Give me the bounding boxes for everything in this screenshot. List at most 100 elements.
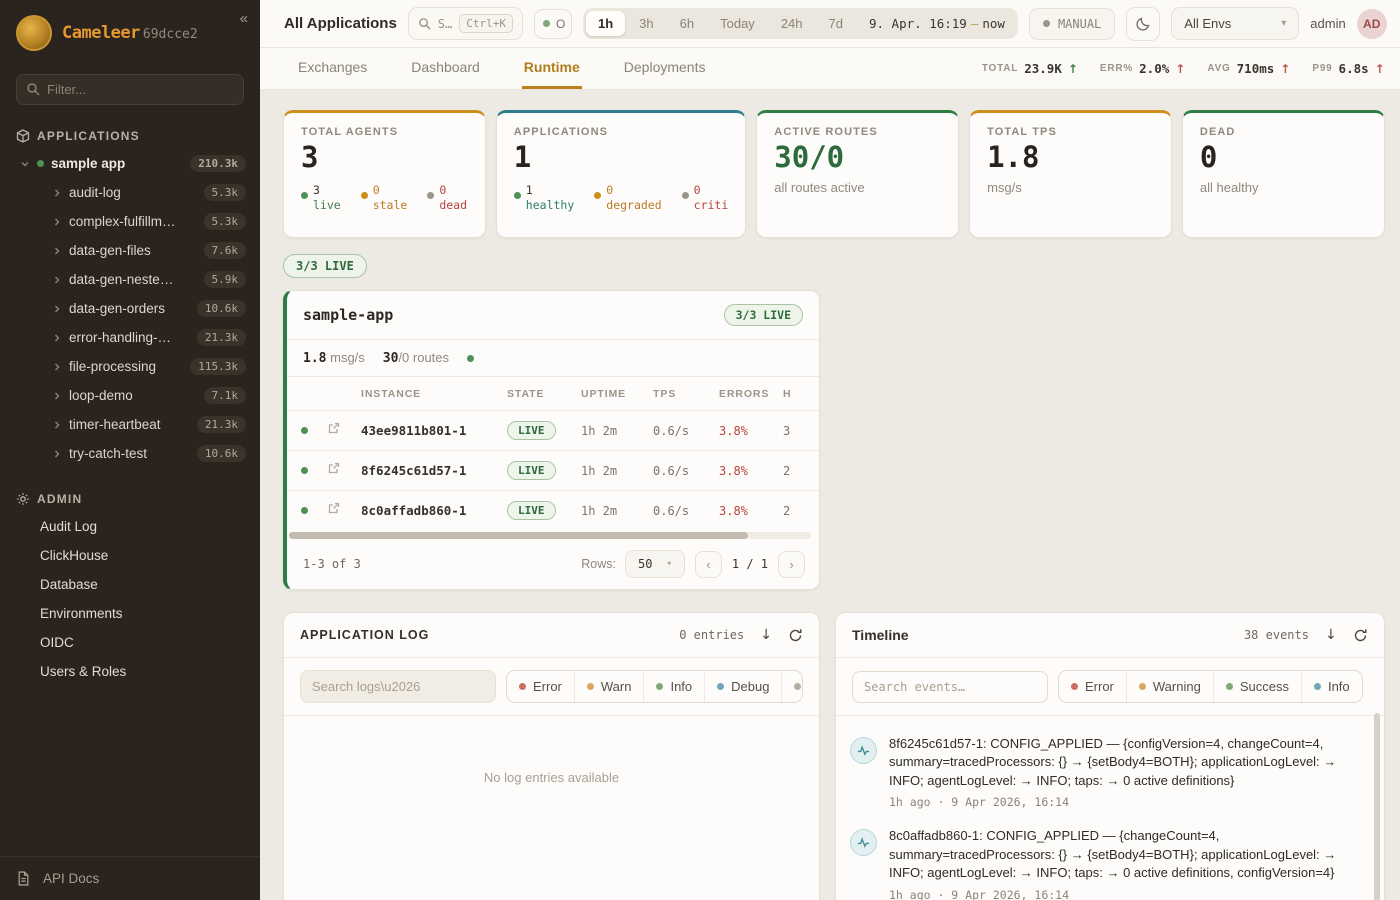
sidebar-item-label: data-gen-neste… <box>69 272 197 287</box>
kpi-total: TOTAL23.9K↑ <box>982 61 1078 76</box>
sidebar-item-audit-log[interactable]: audit-log 5.3k <box>0 178 260 207</box>
time-range-separator: — <box>967 16 983 31</box>
avatar[interactable]: AD <box>1357 9 1387 39</box>
external-link-icon[interactable] <box>327 422 361 440</box>
api-docs-link[interactable]: API Docs <box>43 871 99 886</box>
time-range-display[interactable]: 9. Apr. 16:19—now <box>857 11 1015 36</box>
sidebar-filter-input[interactable] <box>16 74 244 105</box>
sidebar-item-data-gen-nested[interactable]: data-gen-neste… 5.9k <box>0 265 260 294</box>
filter-error[interactable]: Error <box>1059 671 1126 702</box>
count-badge: 210.3k <box>190 155 246 172</box>
sidebar-item-file-processing[interactable]: file-processing 115.3k <box>0 352 260 381</box>
sidebar-item-timer-heartbeat[interactable]: timer-heartbeat 21.3k <box>0 410 260 439</box>
status-dot <box>543 20 550 27</box>
sidebar-item-label: try-catch-test <box>69 446 190 461</box>
time-range-control: 1h 3h 6h Today 24h 7d 9. Apr. 16:19—now <box>583 8 1018 39</box>
filter-debug[interactable]: Debug <box>704 671 781 702</box>
sidebar-item-label: complex-fulfillm… <box>69 214 197 229</box>
instances-table: INSTANCE STATE UPTIME TPS ERRORS H 43ee9… <box>287 376 819 530</box>
sidebar-item-complex-fulfillment[interactable]: complex-fulfillm… 5.3k <box>0 207 260 236</box>
kpi-p99: P996.8s↑ <box>1312 61 1384 76</box>
card-title: TOTAL TPS <box>987 126 1154 138</box>
table-row[interactable]: 8f6245c61d57-1 LIVE 1h 2m 0.6/s 3.8% 2 <box>287 450 819 490</box>
meta-tps-value: 1.8 <box>303 351 326 366</box>
sidebar-item-label: loop-demo <box>69 388 197 403</box>
filter-warn[interactable]: Warn <box>574 671 644 702</box>
instance-id: 8c0affadb860-1 <box>361 503 507 518</box>
refresh-icon[interactable] <box>788 628 803 643</box>
count-badge: 5.3k <box>204 213 247 230</box>
next-page-button[interactable]: › <box>778 551 805 578</box>
sidebar-collapse-button[interactable]: « <box>240 10 248 27</box>
filter-trace[interactable]: Trace <box>781 671 803 702</box>
time-range-24h[interactable]: 24h <box>769 11 815 36</box>
log-search-input[interactable] <box>300 670 496 703</box>
sidebar-item-admin-oidc[interactable]: OIDC <box>0 628 260 657</box>
sidebar-item-admin-clickhouse[interactable]: ClickHouse <box>0 541 260 570</box>
count-badge: 5.3k <box>204 184 247 201</box>
refresh-icon[interactable] <box>1353 628 1368 643</box>
success-dot <box>1226 683 1233 690</box>
time-range-today[interactable]: Today <box>708 11 767 36</box>
count-badge: 21.3k <box>197 329 246 346</box>
connection-status-chip[interactable]: O <box>534 9 572 39</box>
filter-info[interactable]: Info <box>643 671 704 702</box>
sidebar-item-error-handling[interactable]: error-handling-… 21.3k <box>0 323 260 352</box>
card-applications: APPLICATIONS 1 1healthy 0degraded 0criti <box>496 110 746 238</box>
time-range-6h[interactable]: 6h <box>668 11 706 36</box>
tab-dashboard[interactable]: Dashboard <box>409 48 482 89</box>
sidebar-item-admin-environments[interactable]: Environments <box>0 599 260 628</box>
tab-exchanges[interactable]: Exchanges <box>296 48 369 89</box>
time-range-3h[interactable]: 3h <box>627 11 665 36</box>
sidebar-item-loop-demo[interactable]: loop-demo 7.1k <box>0 381 260 410</box>
sidebar-item-sample-app[interactable]: sample app 210.3k <box>0 149 260 178</box>
card-active-routes: ACTIVE ROUTES 30/0 all routes active <box>756 110 959 238</box>
filter-error[interactable]: Error <box>507 671 574 702</box>
sidebar-item-data-gen-orders[interactable]: data-gen-orders 10.6k <box>0 294 260 323</box>
sidebar-item-admin-database[interactable]: Database <box>0 570 260 599</box>
status-dot <box>1043 20 1050 27</box>
download-icon[interactable]: ↓ <box>760 627 772 643</box>
sidebar-item-admin-users-roles[interactable]: Users & Roles <box>0 657 260 686</box>
status-dot <box>301 507 308 514</box>
sidebar-item-data-gen-files[interactable]: data-gen-files 7.6k <box>0 236 260 265</box>
timeline-search-input[interactable] <box>852 671 1048 703</box>
sidebar-item-try-catch-test[interactable]: try-catch-test 10.6k <box>0 439 260 468</box>
time-range-7d[interactable]: 7d <box>817 11 855 36</box>
theme-toggle-button[interactable] <box>1126 7 1160 41</box>
status-dot <box>514 192 521 199</box>
column-tps: TPS <box>653 388 719 400</box>
time-range-1h[interactable]: 1h <box>586 11 625 36</box>
external-link-icon[interactable] <box>327 502 361 520</box>
horizontal-scrollbar[interactable] <box>289 532 811 539</box>
sidebar: Cameleer69dcce2 « APPLICATIONS sample ap… <box>0 0 260 900</box>
sidebar-item-admin-audit-log[interactable]: Audit Log <box>0 512 260 541</box>
environment-select[interactable]: All Envs ▾ <box>1171 7 1299 40</box>
uptime-cell: 1h 2m <box>581 424 653 438</box>
table-row[interactable]: 43ee9811b801-1 LIVE 1h 2m 0.6/s 3.8% 3 <box>287 410 819 450</box>
rows-per-page-select[interactable]: 50▾ <box>625 550 685 578</box>
filter-warning[interactable]: Warning <box>1126 671 1213 702</box>
meta-tps-unit: msg/s <box>330 350 365 365</box>
kpi-avg: AVG710ms↑ <box>1207 61 1290 76</box>
prev-page-button[interactable]: ‹ <box>695 551 722 578</box>
chevron-right-icon <box>52 420 62 430</box>
table-row[interactable]: 8c0affadb860-1 LIVE 1h 2m 0.6/s 3.8% 2 <box>287 490 819 530</box>
timeline-filters: Error Warning Success Info <box>1058 670 1363 703</box>
timeline-scrollbar[interactable] <box>1374 713 1380 900</box>
tabs-bar: Exchanges Dashboard Runtime Deployments … <box>260 48 1400 90</box>
chevron-right-icon <box>52 275 62 285</box>
refresh-mode-label: MANUAL <box>1058 17 1101 31</box>
count-badge: 115.3k <box>190 358 246 375</box>
tab-deployments[interactable]: Deployments <box>622 48 708 89</box>
download-icon[interactable]: ↓ <box>1325 627 1337 643</box>
list-item[interactable]: 8c0affadb860-1: CONFIG_APPLIED — {change… <box>850 818 1360 900</box>
refresh-mode-button[interactable]: MANUAL <box>1029 8 1115 40</box>
card-value: 3 <box>301 142 468 174</box>
external-link-icon[interactable] <box>327 462 361 480</box>
filter-success[interactable]: Success <box>1213 671 1301 702</box>
list-item[interactable]: 8f6245c61d57-1: CONFIG_APPLIED — {config… <box>850 726 1360 818</box>
filter-info[interactable]: Info <box>1301 671 1362 702</box>
global-search[interactable]: S… Ctrl+K <box>408 7 523 40</box>
tab-runtime[interactable]: Runtime <box>522 48 582 89</box>
